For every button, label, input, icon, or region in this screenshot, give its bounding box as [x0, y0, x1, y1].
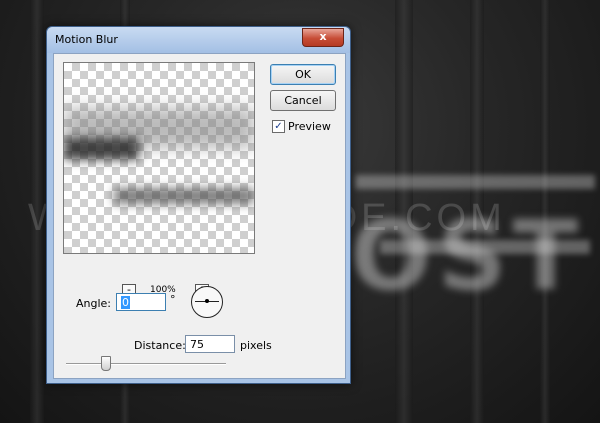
preview-checkbox[interactable]: ✓ — [272, 120, 285, 133]
blur-preview-content — [114, 188, 254, 204]
preview-pane[interactable] — [63, 62, 255, 254]
angle-dial-center — [205, 299, 209, 303]
motion-blur-dialog: Motion Blur x - 100% + OK Cancel ✓ Previ… — [46, 26, 351, 384]
angle-value: 0 — [121, 296, 130, 309]
distance-label: Distance: — [134, 339, 186, 352]
cancel-button[interactable]: Cancel — [270, 90, 336, 111]
preview-checkbox-label: Preview — [288, 120, 331, 133]
close-button[interactable]: x — [302, 28, 344, 47]
distance-input[interactable]: 75 — [185, 335, 235, 353]
distance-slider-track[interactable] — [66, 363, 226, 365]
dialog-titlebar[interactable]: Motion Blur x — [47, 27, 350, 53]
checkbox-icon: ✓ — [274, 121, 283, 132]
angle-label: Angle: — [76, 297, 112, 310]
dialog-title: Motion Blur — [55, 33, 118, 46]
motion-streak — [355, 175, 595, 189]
dialog-body: - 100% + OK Cancel ✓ Preview Angle: 0 ° … — [53, 53, 346, 379]
ok-button[interactable]: OK — [270, 64, 336, 85]
distance-unit: pixels — [240, 339, 272, 352]
degree-symbol: ° — [170, 293, 176, 306]
blur-preview-content — [64, 138, 139, 160]
angle-dial[interactable] — [191, 286, 223, 318]
distance-slider-thumb[interactable] — [101, 356, 111, 371]
close-icon: x — [319, 30, 327, 43]
angle-input[interactable]: 0 — [116, 293, 166, 311]
